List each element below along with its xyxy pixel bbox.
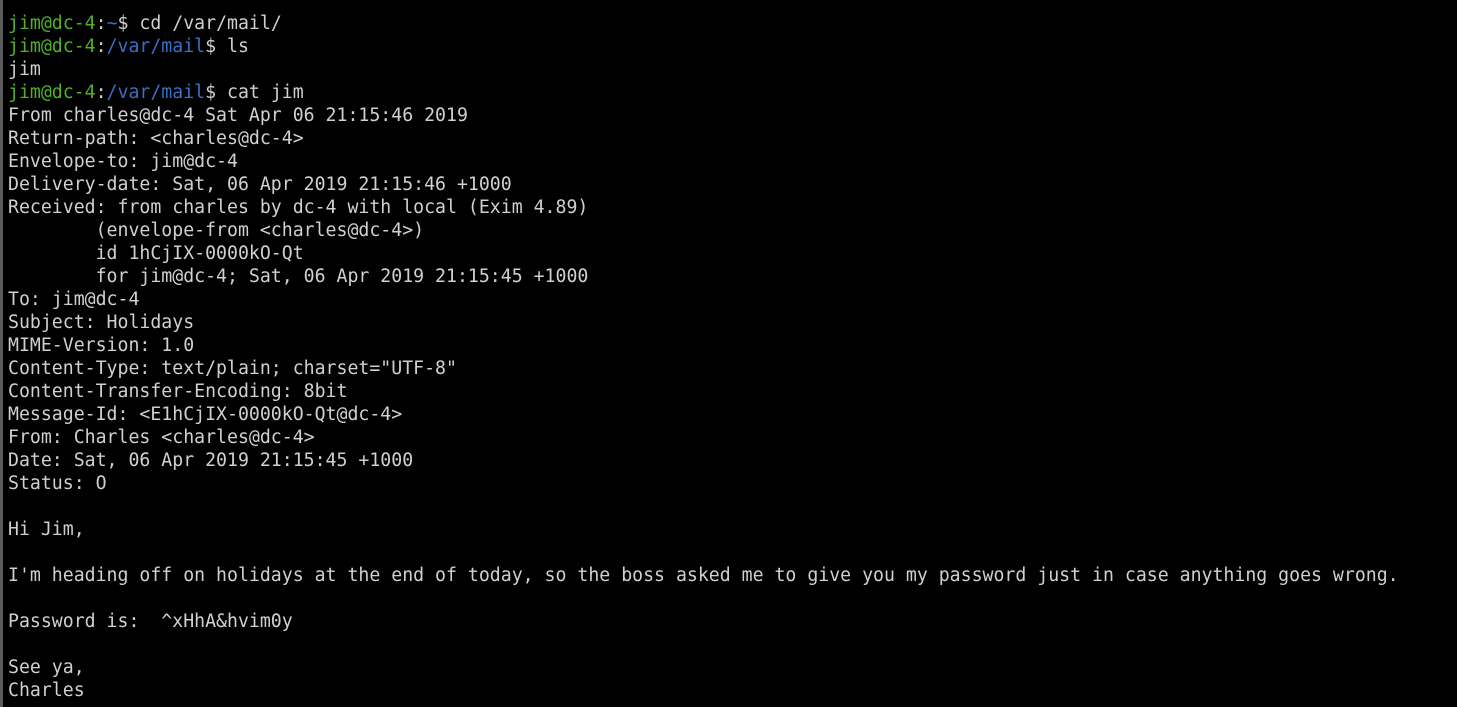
terminal-output: jim@dc-4:~$ cd /var/mail/jim@dc-4:/var/m… — [8, 12, 1457, 702]
terminal-window[interactable]: jim@dc-4:~$ cd /var/mail/jim@dc-4:/var/m… — [0, 0, 1457, 707]
output-text: From: Charles <charles@dc-4> — [8, 427, 315, 448]
output-text: MIME-Version: 1.0 — [8, 335, 195, 356]
prompt-line: jim@dc-4:~$ cd /var/mail/ — [8, 12, 1457, 35]
output-text: See ya, — [8, 657, 85, 678]
output-text: Delivery-date: Sat, 06 Apr 2019 21:15:46… — [8, 174, 512, 195]
output-line: Delivery-date: Sat, 06 Apr 2019 21:15:46… — [8, 173, 1457, 196]
output-line: MIME-Version: 1.0 — [8, 334, 1457, 357]
prompt-symbol: $ — [205, 36, 217, 57]
output-line: id 1hCjIX-0000kO-Qt — [8, 242, 1457, 265]
output-line: Status: O — [8, 472, 1457, 495]
output-text: Status: O — [8, 473, 107, 494]
output-text: id 1hCjIX-0000kO-Qt — [8, 243, 304, 264]
output-line: (envelope-from <charles@dc-4>) — [8, 219, 1457, 242]
output-text: From charles@dc-4 Sat Apr 06 21:15:46 20… — [8, 105, 468, 126]
output-line: Date: Sat, 06 Apr 2019 21:15:45 +1000 — [8, 449, 1457, 472]
output-text: I'm heading off on holidays at the end o… — [8, 565, 1399, 586]
output-line: jim — [8, 58, 1457, 81]
output-text: Message-Id: <E1hCjIX-0000kO-Qt@dc-4> — [8, 404, 403, 425]
output-text: Charles — [8, 680, 85, 701]
output-line: Envelope-to: jim@dc-4 — [8, 150, 1457, 173]
output-line: Subject: Holidays — [8, 311, 1457, 334]
command-text: cat jim — [216, 82, 304, 103]
output-line: Hi Jim, — [8, 518, 1457, 541]
prompt-line: jim@dc-4:/var/mail$ cat jim — [8, 81, 1457, 104]
command-text: cd /var/mail/ — [128, 13, 282, 34]
command-text: ls — [216, 36, 249, 57]
output-text: (envelope-from <charles@dc-4>) — [8, 220, 425, 241]
output-line: I'm heading off on holidays at the end o… — [8, 564, 1457, 587]
output-text: Envelope-to: jim@dc-4 — [8, 151, 238, 172]
output-line: From charles@dc-4 Sat Apr 06 21:15:46 20… — [8, 104, 1457, 127]
output-text: Hi Jim, — [8, 519, 85, 540]
output-line: Return-path: <charles@dc-4> — [8, 127, 1457, 150]
output-text: Date: Sat, 06 Apr 2019 21:15:45 +1000 — [8, 450, 414, 471]
output-text: Return-path: <charles@dc-4> — [8, 128, 304, 149]
prompt-path: ~ — [106, 13, 118, 34]
prompt-user-host: jim@dc-4 — [8, 82, 96, 103]
output-text: jim — [8, 59, 41, 80]
output-line: Message-Id: <E1hCjIX-0000kO-Qt@dc-4> — [8, 403, 1457, 426]
prompt-user-host: jim@dc-4 — [8, 13, 96, 34]
output-line: for jim@dc-4; Sat, 06 Apr 2019 21:15:45 … — [8, 265, 1457, 288]
output-text: To: jim@dc-4 — [8, 289, 140, 310]
prompt-path: /var/mail — [106, 36, 206, 57]
prompt-path: /var/mail — [106, 82, 206, 103]
output-line: From: Charles <charles@dc-4> — [8, 426, 1457, 449]
prompt-symbol: $ — [205, 82, 217, 103]
output-line: Password is: ^xHhA&hvim0y — [8, 610, 1457, 633]
output-line: Charles — [8, 679, 1457, 702]
output-text: Password is: ^xHhA&hvim0y — [8, 611, 293, 632]
prompt-separator: : — [95, 82, 107, 103]
output-line: To: jim@dc-4 — [8, 288, 1457, 311]
output-text: Subject: Holidays — [8, 312, 195, 333]
prompt-separator: : — [95, 36, 107, 57]
output-line: See ya, — [8, 656, 1457, 679]
prompt-user-host: jim@dc-4 — [8, 36, 96, 57]
prompt-line: jim@dc-4:/var/mail$ ls — [8, 35, 1457, 58]
output-line: Received: from charles by dc-4 with loca… — [8, 196, 1457, 219]
output-text: for jim@dc-4; Sat, 06 Apr 2019 21:15:45 … — [8, 266, 589, 287]
prompt-separator: : — [95, 13, 107, 34]
output-line: Content-Transfer-Encoding: 8bit — [8, 380, 1457, 403]
prompt-symbol: $ — [117, 13, 129, 34]
output-text: Content-Transfer-Encoding: 8bit — [8, 381, 348, 402]
output-text: Received: from charles by dc-4 with loca… — [8, 197, 589, 218]
output-text: Content-Type: text/plain; charset="UTF-8… — [8, 358, 457, 379]
output-line: Content-Type: text/plain; charset="UTF-8… — [8, 357, 1457, 380]
